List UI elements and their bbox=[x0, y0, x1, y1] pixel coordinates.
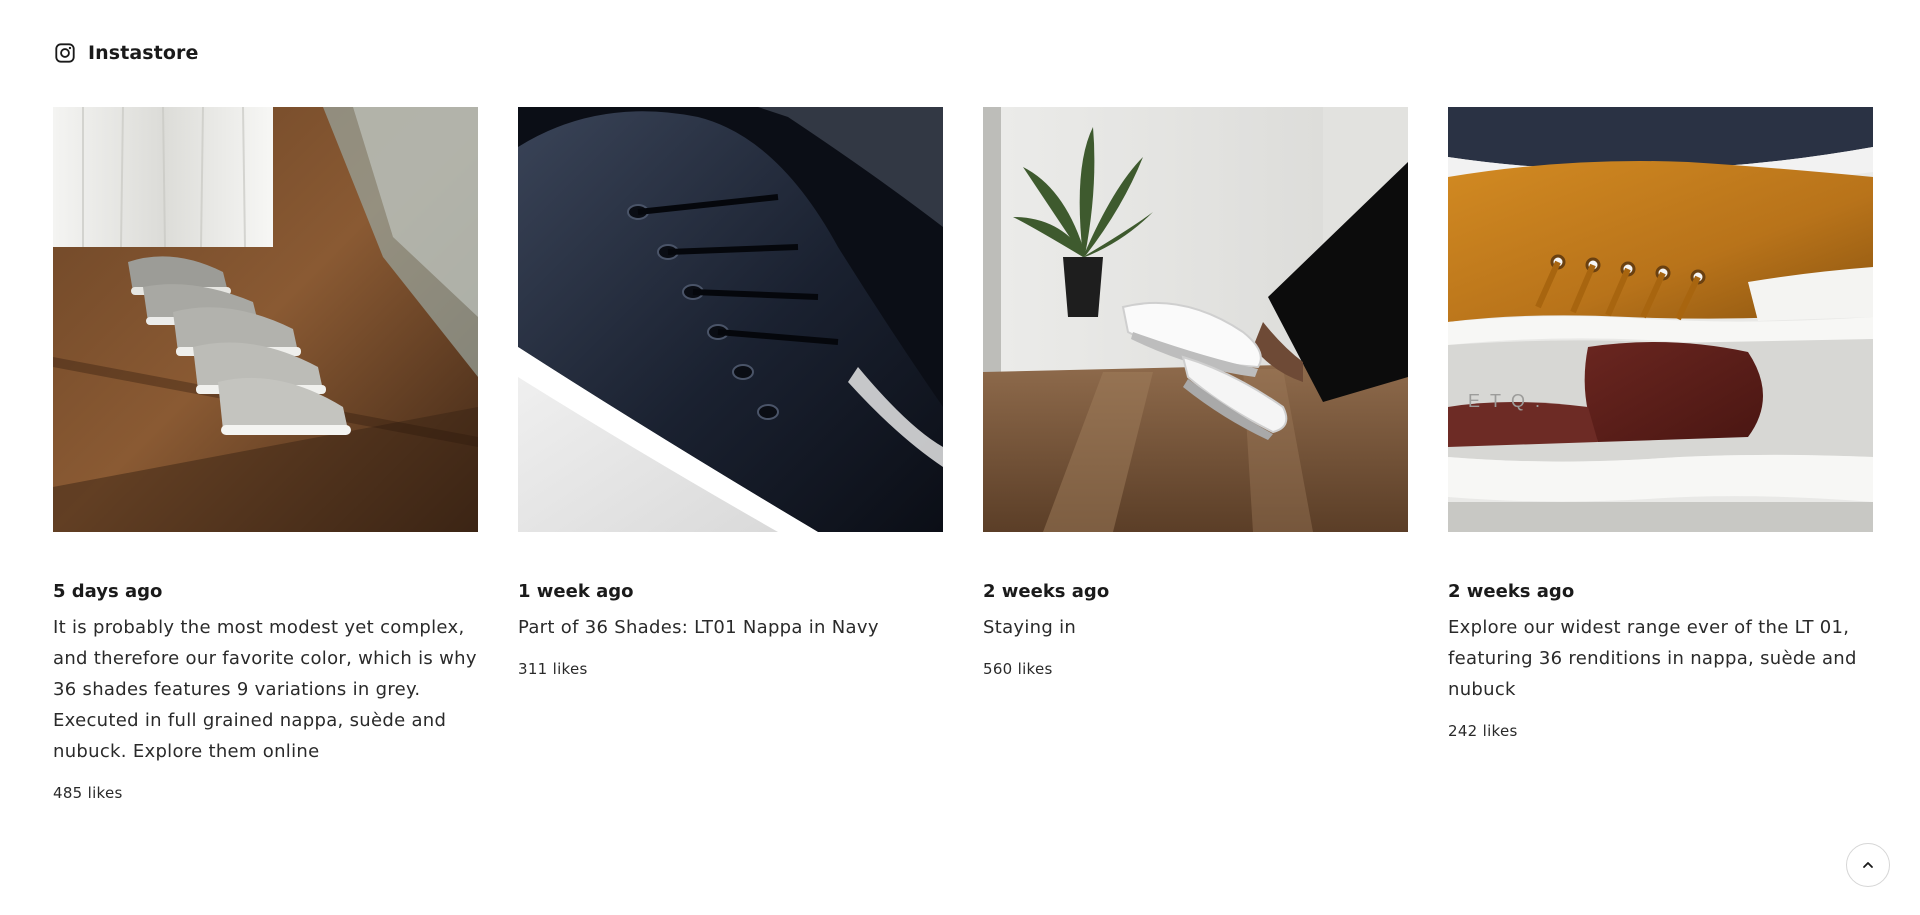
instagram-post[interactable]: 1 week ago Part of 36 Shades: LT01 Nappa… bbox=[518, 107, 943, 802]
post-date: 1 week ago bbox=[518, 581, 634, 602]
post-image[interactable] bbox=[518, 107, 943, 532]
post-likes: 311 likes bbox=[518, 660, 588, 678]
post-date: 2 weeks ago bbox=[983, 581, 1110, 602]
brand-watermark: ETQ. bbox=[1468, 391, 1550, 411]
post-likes: 560 likes bbox=[983, 660, 1053, 678]
instagram-feed: 5 days ago It is probably the most modes… bbox=[53, 107, 1876, 802]
post-image[interactable] bbox=[53, 107, 478, 532]
instagram-post[interactable]: 5 days ago It is probably the most modes… bbox=[53, 107, 478, 802]
post-date: 5 days ago bbox=[53, 581, 163, 602]
scroll-to-top-button[interactable] bbox=[1846, 843, 1890, 887]
post-image[interactable] bbox=[983, 107, 1408, 532]
instagram-post[interactable]: 2 weeks ago Staying in 560 likes bbox=[983, 107, 1408, 802]
post-caption: Staying in bbox=[983, 617, 1077, 638]
post-likes: 242 likes bbox=[1448, 722, 1518, 740]
instagram-post[interactable]: ETQ. 2 weeks ago Explore our widest rang… bbox=[1448, 107, 1873, 802]
section-title: Instastore bbox=[88, 42, 199, 64]
instastore-header: Instastore bbox=[54, 40, 199, 66]
post-image[interactable]: ETQ. bbox=[1448, 107, 1873, 532]
post-caption: Explore our widest range ever of the LT … bbox=[1448, 617, 1857, 700]
post-likes: 485 likes bbox=[53, 784, 123, 802]
post-caption: It is probably the most modest yet compl… bbox=[53, 617, 477, 762]
chevron-up-icon bbox=[1863, 862, 1873, 868]
instagram-icon bbox=[55, 43, 75, 63]
post-caption: Part of 36 Shades: LT01 Nappa in Navy bbox=[518, 617, 879, 638]
post-date: 2 weeks ago bbox=[1448, 581, 1575, 602]
